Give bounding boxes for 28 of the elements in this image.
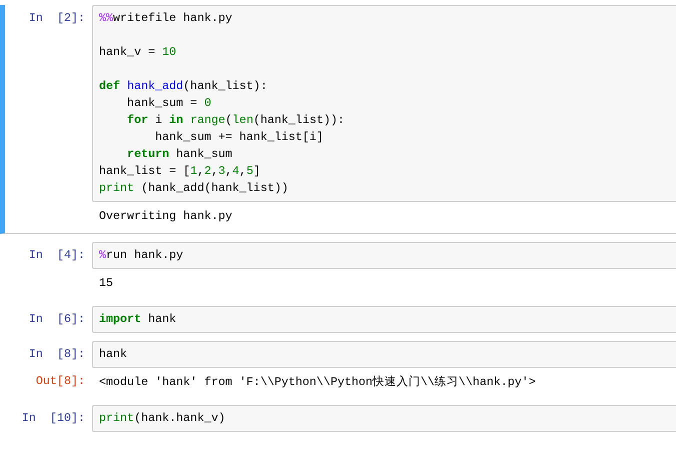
code-line: for i in range(len(hank_list)): (126, 112, 346, 129)
cell-output: Overwriting hank.py (98, 208, 234, 225)
code-line: hank_v = 10 (99, 44, 178, 61)
code-input[interactable]: import hank (92, 306, 676, 333)
input-prompt: In [6]: (28, 311, 86, 328)
cell-output: <module 'hank' from 'F:\\Python\\Python快速入门\\练习\\hank.py'> (98, 374, 537, 391)
code-line: return hank_sum (126, 146, 234, 163)
selected-cell[interactable] (0, 5, 676, 234)
input-prompt: In [10]: (20, 410, 86, 427)
code-line: %run hank.py (99, 247, 184, 264)
code-line: print(hank.hank_v) (99, 410, 226, 427)
code-input[interactable]: hank (92, 341, 676, 368)
code-line: hank_list = [1,2,3,4,5] (99, 163, 262, 180)
code-input[interactable]: print(hank.hank_v) (92, 405, 676, 432)
input-prompt: In [8]: (28, 346, 86, 363)
cell-output: 15 (98, 275, 114, 292)
code-line: def hank_add(hank_list): (99, 78, 268, 95)
code-input[interactable]: %%writefile hank.py hank_v = 10 def hank_add(hank_list): hank_sum = 0 for i in range(len(hank_list)): hank_sum += hank_list[i] return hank_sum hank_list = [1,2,3,4,5] print (hank_add(hank_list)) (92, 5, 676, 202)
code-line: hank (99, 346, 128, 363)
code-line: import hank (99, 311, 178, 328)
code-input[interactable]: %run hank.py (92, 242, 676, 269)
input-prompt: In [2]: (28, 10, 86, 27)
code-line: hank_sum += hank_list[i] (154, 129, 324, 146)
code-line: hank_sum = 0 (126, 95, 212, 112)
code-line: %%writefile hank.py (99, 10, 234, 27)
input-prompt: In [4]: (28, 247, 86, 264)
code-line: print (hank_add(hank_list)) (99, 180, 290, 197)
output-prompt: Out[8]: (34, 373, 86, 390)
